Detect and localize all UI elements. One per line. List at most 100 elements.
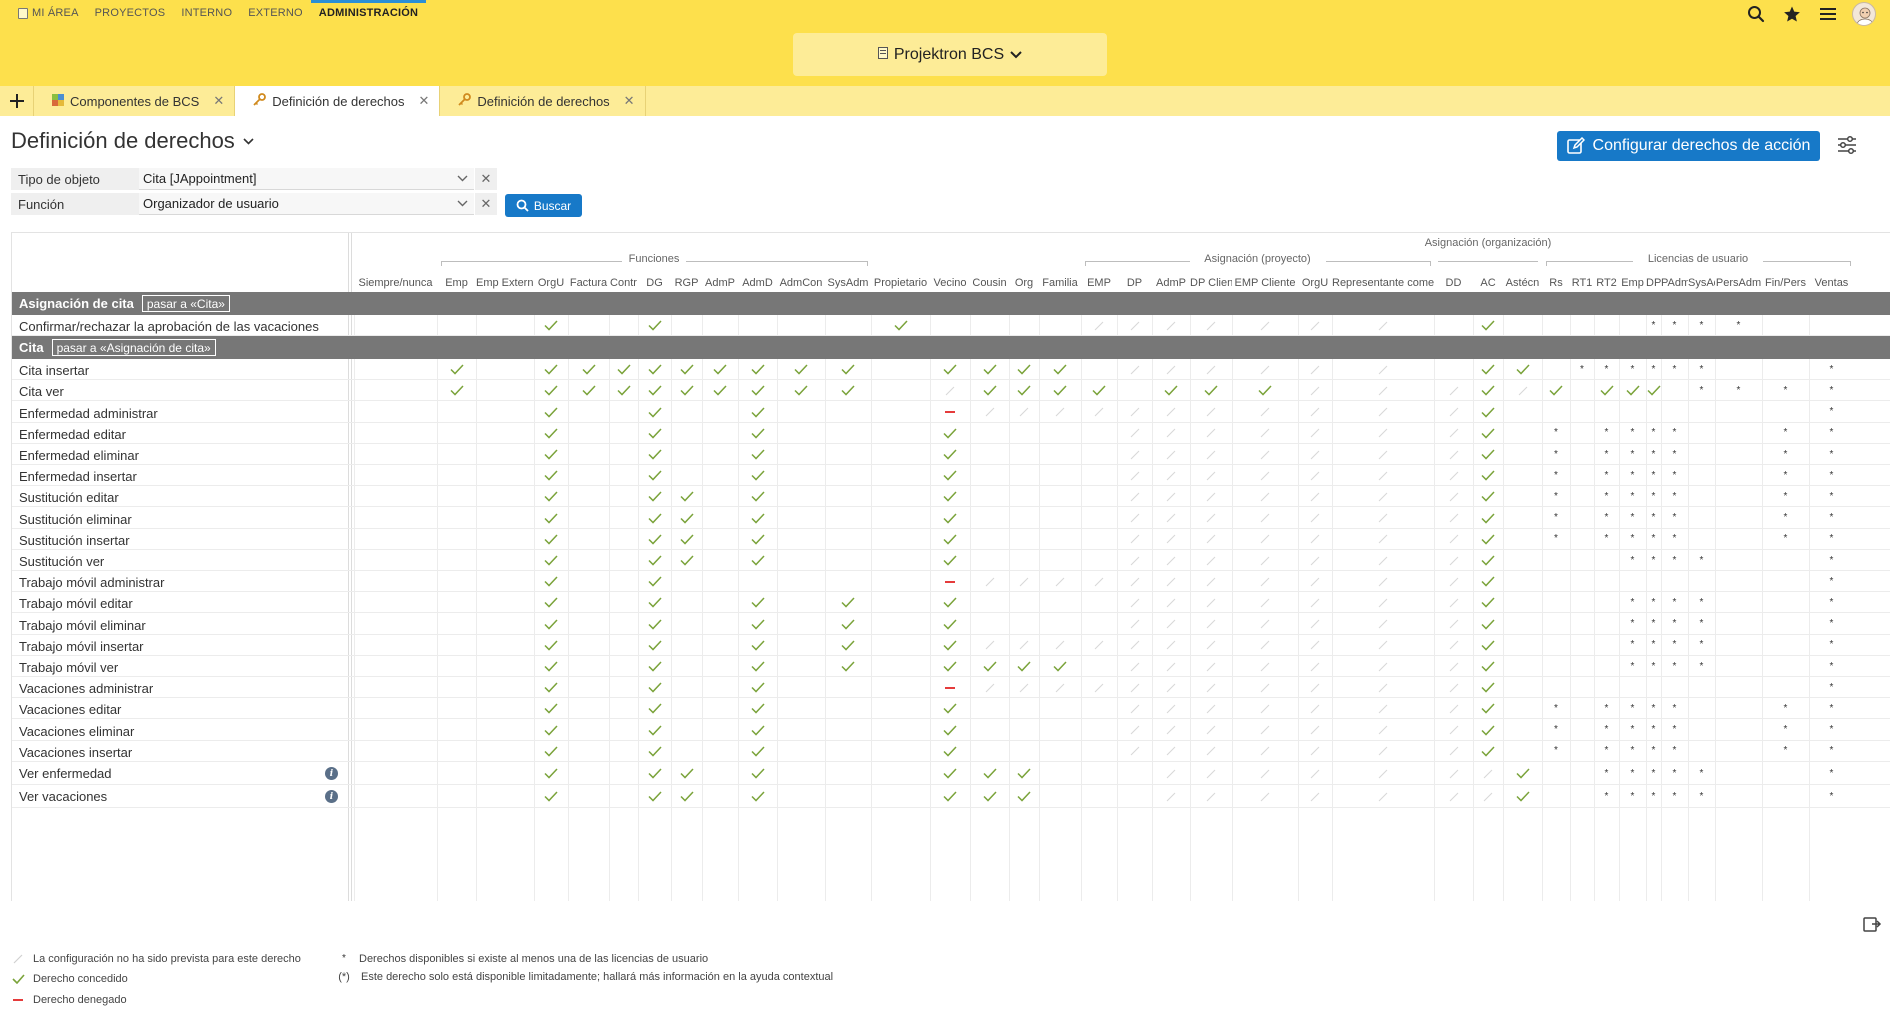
close-icon[interactable]: ✕ <box>624 93 635 109</box>
not-foreseen-icon <box>1258 405 1272 419</box>
not-foreseen-icon <box>1308 790 1322 804</box>
check-icon <box>1092 384 1106 398</box>
check-icon <box>1481 638 1495 652</box>
license-star: * <box>1672 724 1677 736</box>
configure-action-rights-button[interactable]: Configurar derechos de acción <box>1557 131 1820 161</box>
not-foreseen-icon <box>1204 638 1218 652</box>
license-star: * <box>1651 363 1656 375</box>
not-foreseen-icon <box>1164 723 1178 737</box>
not-foreseen-icon <box>1053 575 1067 589</box>
license-star: * <box>1630 790 1635 802</box>
search-icon[interactable] <box>1744 2 1768 26</box>
column-header: Propietario <box>873 277 928 289</box>
license-star: * <box>1672 639 1677 651</box>
license-star: * <box>1630 596 1635 608</box>
check-icon <box>1646 384 1661 398</box>
check-icon <box>982 790 997 804</box>
license-star: * <box>1630 660 1635 672</box>
check-icon <box>943 426 957 440</box>
project-selector[interactable]: Projektron BCS <box>793 33 1107 76</box>
row-label: Sustitución ver <box>19 554 105 569</box>
star-icon[interactable] <box>1780 2 1804 26</box>
export-icon[interactable] <box>1862 914 1882 934</box>
section-goto-link[interactable]: pasar a «Cita» <box>141 295 230 312</box>
license-star: * <box>1672 469 1677 481</box>
license-star: * <box>1630 533 1635 545</box>
not-foreseen-icon <box>1447 702 1461 716</box>
object-type-select[interactable]: Cita [JAppointment] <box>139 168 474 190</box>
row-label: Enfermedad insertar <box>19 469 137 485</box>
tab-definicion-derechos[interactable]: Definición de derechos ✕ <box>235 86 441 116</box>
check-icon <box>647 790 662 804</box>
nav-mi-area[interactable]: MI ÁREA <box>10 0 87 26</box>
license-star: * <box>1554 469 1558 481</box>
not-foreseen-icon <box>1258 702 1272 716</box>
license-star: * <box>1554 490 1558 502</box>
not-foreseen-icon <box>1204 426 1218 440</box>
column-header: DP <box>1646 277 1661 289</box>
section-goto-link[interactable]: pasar a «Asignación de cita» <box>51 339 216 357</box>
clear-object-type-button[interactable]: ✕ <box>475 168 497 190</box>
close-icon[interactable]: ✕ <box>213 93 224 109</box>
check-icon <box>943 448 957 462</box>
function-select[interactable]: Organizador de usuario <box>139 193 474 215</box>
clear-function-button[interactable]: ✕ <box>475 193 497 215</box>
check-icon <box>1481 702 1495 716</box>
not-foreseen-icon <box>1258 638 1272 652</box>
nav-interno[interactable]: INTERNO <box>173 0 240 26</box>
main-navigation: MI ÁREA PROYECTOS INTERNO EXTERNO ADMINI… <box>10 0 427 26</box>
not-foreseen-icon <box>1258 723 1272 737</box>
function-label: Función <box>11 193 139 215</box>
group-bracket-tick <box>1850 261 1851 266</box>
tab-componentes[interactable]: Componentes de BCS ✕ <box>34 86 236 116</box>
add-tab-button[interactable] <box>0 86 34 116</box>
license-star: * <box>1630 448 1635 460</box>
not-foreseen-icon <box>1481 767 1495 781</box>
check-icon <box>982 363 997 377</box>
not-foreseen-icon <box>1128 596 1142 610</box>
check-icon <box>750 767 765 781</box>
not-foreseen-icon <box>1376 532 1390 546</box>
info-icon[interactable]: i <box>325 767 338 780</box>
not-foreseen-icon <box>1053 405 1067 419</box>
group-bracket <box>441 261 622 262</box>
not-foreseen-icon <box>1258 596 1272 610</box>
license-star: * <box>1554 533 1558 545</box>
check-icon <box>1481 744 1495 758</box>
not-foreseen-icon <box>1258 363 1272 377</box>
sliders-icon[interactable] <box>1836 134 1860 158</box>
not-foreseen-icon <box>1017 681 1031 695</box>
license-star: * <box>1630 767 1635 779</box>
license-star: * <box>1672 533 1677 545</box>
not-foreseen-icon <box>1053 681 1067 695</box>
column-header: Fin/Pers <box>1765 277 1806 289</box>
search-button[interactable]: Buscar <box>505 194 582 217</box>
nav-administracion[interactable]: ADMINISTRACIÓN <box>310 0 427 26</box>
license-star: * <box>1604 745 1609 757</box>
license-star: * <box>1651 469 1656 481</box>
row-label: Trabajo móvil insertar <box>19 638 144 654</box>
tab-definicion-derechos-2[interactable]: Definición de derechos ✕ <box>440 86 646 116</box>
check-icon <box>679 554 694 568</box>
check-icon <box>1017 384 1031 398</box>
not-foreseen-icon <box>1092 575 1106 589</box>
info-icon[interactable]: i <box>325 790 338 803</box>
column-header: Emp External <box>476 277 534 289</box>
menu-icon[interactable] <box>1816 2 1840 26</box>
not-foreseen-icon <box>1376 702 1390 716</box>
check-icon <box>581 384 596 398</box>
license-star: * <box>1783 427 1788 439</box>
not-foreseen-icon <box>1308 681 1322 695</box>
not-foreseen-icon <box>1376 490 1390 504</box>
nav-externo[interactable]: EXTERNO <box>240 0 311 26</box>
nav-proyectos[interactable]: PROYECTOS <box>87 0 174 26</box>
chevron-down-icon <box>457 175 468 182</box>
check-icon <box>943 469 957 483</box>
check-icon <box>544 596 558 610</box>
avatar[interactable] <box>1852 2 1876 26</box>
close-icon[interactable]: ✕ <box>419 93 430 109</box>
page-title[interactable]: Definición de derechos <box>11 128 254 154</box>
check-icon <box>750 469 765 483</box>
license-star: * <box>1829 448 1834 460</box>
section-title: Cita <box>19 340 44 356</box>
